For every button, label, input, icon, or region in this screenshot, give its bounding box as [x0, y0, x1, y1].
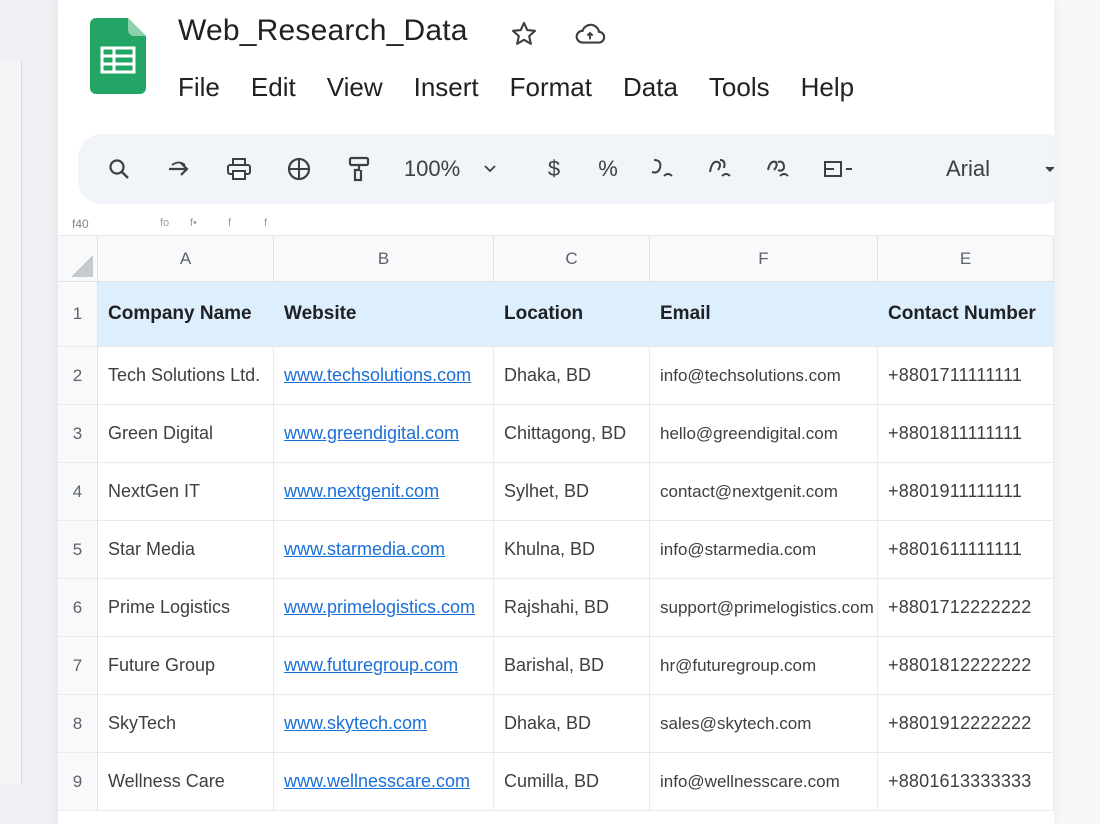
- cell-location[interactable]: Dhaka, BD: [494, 695, 650, 753]
- number-format-icon[interactable]: [820, 134, 860, 204]
- undo-redo-icon[interactable]: [164, 134, 194, 204]
- column-header-b[interactable]: B: [274, 236, 494, 282]
- row-header-5[interactable]: 5: [58, 521, 98, 579]
- formula-bar[interactable]: f40 fo f• f f: [58, 212, 1054, 236]
- cell-website[interactable]: www.futuregroup.com: [274, 637, 494, 695]
- formula-hint-1: fo: [160, 217, 170, 229]
- cell-company[interactable]: Tech Solutions Ltd.: [98, 347, 274, 405]
- menu-insert[interactable]: Insert: [414, 72, 479, 103]
- select-all-corner[interactable]: [58, 236, 98, 282]
- cell-website[interactable]: www.greendigital.com: [274, 405, 494, 463]
- menu-file[interactable]: File: [178, 72, 220, 103]
- row-header-2[interactable]: 2: [58, 347, 98, 405]
- menu-tools[interactable]: Tools: [709, 72, 770, 103]
- column-header-c[interactable]: C: [494, 236, 650, 282]
- cell-phone[interactable]: +8801712222222: [878, 579, 1054, 637]
- document-title[interactable]: Web_Research_Data: [178, 14, 468, 48]
- cell-location[interactable]: Dhaka, BD: [494, 347, 650, 405]
- cell-location[interactable]: Barishal, BD: [494, 637, 650, 695]
- chevron-down-icon[interactable]: [480, 134, 500, 204]
- toolbar: 100% $ % Arial: [78, 134, 1054, 204]
- cell-company[interactable]: Prime Logistics: [98, 579, 274, 637]
- row-header-4[interactable]: 4: [58, 463, 98, 521]
- print-icon[interactable]: [224, 134, 254, 204]
- row-header-1[interactable]: 1: [58, 282, 98, 347]
- cell-location[interactable]: Cumilla, BD: [494, 753, 650, 811]
- menu-help[interactable]: Help: [801, 72, 854, 103]
- cloud-sync-icon[interactable]: [574, 18, 606, 50]
- cell-phone[interactable]: +8801911111111: [878, 463, 1054, 521]
- cell-company[interactable]: Future Group: [98, 637, 274, 695]
- cell-website[interactable]: www.nextgenit.com: [274, 463, 494, 521]
- header-cell-company[interactable]: Company Name: [98, 282, 274, 347]
- cell-phone[interactable]: +8801912222222: [878, 695, 1054, 753]
- cell-email[interactable]: contact@nextgenit.com: [650, 463, 878, 521]
- cell-location[interactable]: Rajshahi, BD: [494, 579, 650, 637]
- menu-bar: File Edit View Insert Format Data Tools …: [178, 72, 885, 103]
- cell-email[interactable]: sales@skytech.com: [650, 695, 878, 753]
- formula-hint-2: f•: [190, 217, 197, 229]
- sheets-logo-icon[interactable]: [90, 18, 146, 94]
- row-header-9[interactable]: 9: [58, 753, 98, 811]
- row-header-7[interactable]: 7: [58, 637, 98, 695]
- cell-email[interactable]: info@techsolutions.com: [650, 347, 878, 405]
- cell-website[interactable]: www.starmedia.com: [274, 521, 494, 579]
- menu-format[interactable]: Format: [510, 72, 592, 103]
- column-header-a[interactable]: A: [98, 236, 274, 282]
- cell-email[interactable]: info@starmedia.com: [650, 521, 878, 579]
- increase-decimal-icon[interactable]: [704, 134, 738, 204]
- cell-location[interactable]: Sylhet, BD: [494, 463, 650, 521]
- percent-format-button[interactable]: %: [594, 134, 622, 204]
- sheets-app: Web_Research_Data File Edit View Insert …: [58, 0, 1054, 824]
- cell-phone[interactable]: +8801811111111: [878, 405, 1054, 463]
- name-box[interactable]: f40: [72, 217, 89, 231]
- header-cell-website[interactable]: Website: [274, 282, 494, 347]
- header-cell-location[interactable]: Location: [494, 282, 650, 347]
- cell-website[interactable]: www.wellnesscare.com: [274, 753, 494, 811]
- cell-phone[interactable]: +8801711111111: [878, 347, 1054, 405]
- cell-email[interactable]: support@primelogistics.com: [650, 579, 878, 637]
- font-chevron-down-icon[interactable]: [1042, 134, 1054, 204]
- cell-phone[interactable]: +8801611111111: [878, 521, 1054, 579]
- left-window-edge: [0, 60, 22, 784]
- paint-format-icon[interactable]: [284, 134, 314, 204]
- row-header-3[interactable]: 3: [58, 405, 98, 463]
- menu-data[interactable]: Data: [623, 72, 678, 103]
- cell-phone[interactable]: +8801812222222: [878, 637, 1054, 695]
- cell-location[interactable]: Chittagong, BD: [494, 405, 650, 463]
- decrease-decimal-icon[interactable]: [646, 134, 680, 204]
- cell-company[interactable]: Wellness Care: [98, 753, 274, 811]
- search-icon[interactable]: [104, 134, 134, 204]
- star-icon[interactable]: [508, 18, 540, 50]
- cell-website[interactable]: www.techsolutions.com: [274, 347, 494, 405]
- cell-email[interactable]: hr@futuregroup.com: [650, 637, 878, 695]
- cell-email[interactable]: hello@greendigital.com: [650, 405, 878, 463]
- cell-website[interactable]: www.skytech.com: [274, 695, 494, 753]
- cell-email[interactable]: info@wellnesscare.com: [650, 753, 878, 811]
- right-window-edge: [1054, 0, 1100, 824]
- cell-company[interactable]: Green Digital: [98, 405, 274, 463]
- cell-company[interactable]: Star Media: [98, 521, 274, 579]
- cell-website[interactable]: www.primelogistics.com: [274, 579, 494, 637]
- menu-view[interactable]: View: [327, 72, 383, 103]
- header-cell-phone[interactable]: Contact Number: [878, 282, 1054, 347]
- menu-edit[interactable]: Edit: [251, 72, 296, 103]
- font-family-select[interactable]: Arial: [938, 134, 998, 204]
- column-header-f[interactable]: F: [650, 236, 878, 282]
- row-header-6[interactable]: 6: [58, 579, 98, 637]
- formula-hint-4: f: [264, 217, 268, 229]
- column-header-e[interactable]: E: [878, 236, 1054, 282]
- cell-location[interactable]: Khulna, BD: [494, 521, 650, 579]
- cell-phone[interactable]: +8801613333333: [878, 753, 1054, 811]
- currency-format-button[interactable]: $: [542, 134, 566, 204]
- cell-company[interactable]: NextGen IT: [98, 463, 274, 521]
- format-painter-icon[interactable]: [344, 134, 374, 204]
- more-formats-icon[interactable]: [762, 134, 796, 204]
- formula-hint-3: f: [228, 217, 232, 229]
- header-cell-email[interactable]: Email: [650, 282, 878, 347]
- cell-company[interactable]: SkyTech: [98, 695, 274, 753]
- row-header-8[interactable]: 8: [58, 695, 98, 753]
- zoom-select[interactable]: 100%: [400, 134, 464, 204]
